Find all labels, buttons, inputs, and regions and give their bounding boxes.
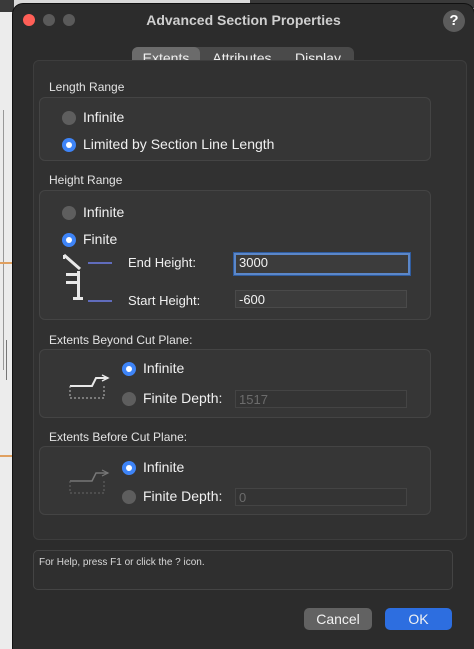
height-infinite-label[interactable]: Infinite xyxy=(83,204,124,220)
length-range-group: Infinite Limited by Section Line Length xyxy=(39,97,431,161)
dialog-title: Advanced Section Properties xyxy=(146,12,341,28)
extents-before-group: Infinite Finite Depth: 0 xyxy=(39,446,431,515)
background-titlebar xyxy=(0,0,14,12)
ok-button[interactable]: OK xyxy=(385,608,452,630)
height-finite-radio[interactable] xyxy=(62,233,76,247)
extents-beyond-label: Extents Beyond Cut Plane: xyxy=(49,333,193,347)
beyond-depth-field[interactable]: 1517 xyxy=(235,390,407,408)
extents-beyond-group: Infinite Finite Depth: 1517 xyxy=(39,349,431,418)
length-range-label: Length Range xyxy=(49,80,125,94)
background-app xyxy=(0,0,14,649)
length-limited-radio[interactable] xyxy=(62,138,76,152)
cancel-button[interactable]: Cancel xyxy=(304,608,372,630)
end-height-field[interactable]: 3000 xyxy=(234,253,410,275)
start-height-label: Start Height: xyxy=(128,293,201,308)
before-finite-label[interactable]: Finite Depth: xyxy=(143,488,222,504)
advanced-section-properties-dialog: Advanced Section Properties ? Extents At… xyxy=(13,4,474,649)
beyond-finite-label[interactable]: Finite Depth: xyxy=(143,390,222,406)
beyond-infinite-label[interactable]: Infinite xyxy=(143,360,184,376)
beyond-infinite-radio[interactable] xyxy=(122,362,136,376)
extents-panel: Length Range Infinite Limited by Section… xyxy=(33,60,467,540)
before-infinite-label[interactable]: Infinite xyxy=(143,459,184,475)
height-finite-label[interactable]: Finite xyxy=(83,231,117,247)
background-accent-line xyxy=(0,455,14,457)
start-height-field[interactable]: -600 xyxy=(235,290,407,308)
before-infinite-radio[interactable] xyxy=(122,461,136,475)
background-accent-line xyxy=(0,262,14,264)
end-height-label: End Height: xyxy=(128,255,196,270)
beyond-finite-radio[interactable] xyxy=(122,392,136,406)
height-range-group: Infinite Finite End Height: 3000 Start H… xyxy=(39,190,431,320)
height-infinite-radio[interactable] xyxy=(62,206,76,220)
help-status-bar: For Help, press F1 or click the ? icon. xyxy=(33,550,453,590)
height-range-icon xyxy=(63,253,112,302)
beyond-cut-plane-icon xyxy=(69,374,110,399)
before-finite-radio[interactable] xyxy=(122,490,136,504)
background-line xyxy=(3,110,4,370)
extents-before-label: Extents Before Cut Plane: xyxy=(49,430,188,444)
height-range-label: Height Range xyxy=(49,173,123,187)
before-cut-plane-icon xyxy=(69,469,110,494)
before-depth-field[interactable]: 0 xyxy=(235,488,407,506)
help-icon[interactable]: ? xyxy=(443,10,465,32)
background-line xyxy=(6,340,7,380)
length-infinite-radio[interactable] xyxy=(62,111,76,125)
length-infinite-label[interactable]: Infinite xyxy=(83,109,124,125)
title-bar: Advanced Section Properties ? xyxy=(13,4,474,36)
length-limited-label[interactable]: Limited by Section Line Length xyxy=(83,136,274,152)
